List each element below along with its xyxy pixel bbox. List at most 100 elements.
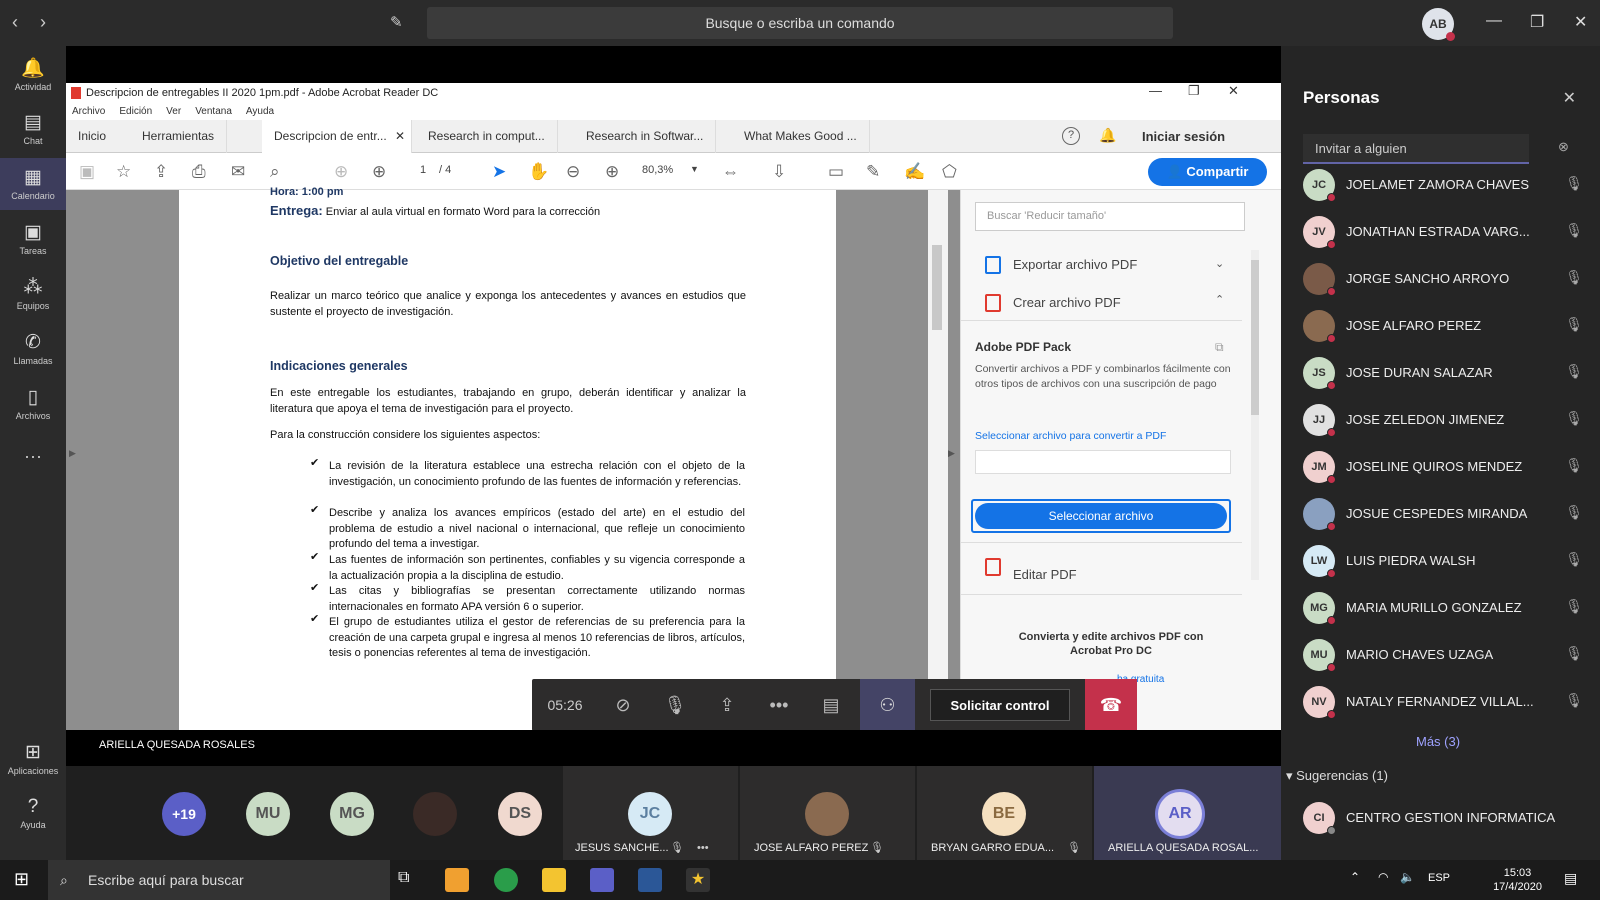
zoom-in-icon[interactable]: ⊕	[605, 162, 619, 182]
comment-icon[interactable]: ▭	[828, 162, 844, 182]
rail-tareas[interactable]: ▣ Tareas	[0, 221, 66, 256]
compose-icon[interactable]: ✎	[390, 13, 403, 31]
convert-link[interactable]: Seleccionar archivo para convertir a PDF	[975, 430, 1166, 442]
document-scrollbar[interactable]	[928, 190, 948, 730]
language-indicator[interactable]: ESP	[1428, 872, 1450, 884]
volume-icon[interactable]: 🔈	[1400, 870, 1415, 884]
help-circle-icon[interactable]: ?	[1062, 127, 1080, 145]
signin-link[interactable]: Iniciar sesión	[1142, 129, 1225, 144]
chevron-down-icon[interactable]: ⌄	[1215, 257, 1224, 270]
mic-off-icon[interactable]: 🎙	[1565, 645, 1583, 662]
mic-off-icon[interactable]: 🎙	[1565, 363, 1583, 380]
rail-llamadas[interactable]: ✆ Llamadas	[0, 331, 66, 366]
page-number-input[interactable]: 1	[410, 164, 436, 176]
participant-tile[interactable]: JC JESUS SANCHE... 🎙 •••	[563, 766, 738, 860]
tab-what-makes-good[interactable]: What Makes Good ...	[732, 120, 870, 153]
person-row[interactable]: JS JOSE DURAN SALAZAR 🎙	[1303, 353, 1593, 393]
tab-close-icon[interactable]: ✕	[395, 120, 405, 153]
hang-up-icon[interactable]: ☎	[1085, 679, 1137, 731]
participant-tile[interactable]: BE BRYAN GARRO EDUA... 🎙	[917, 766, 1092, 860]
scroll-thumb[interactable]	[932, 245, 942, 330]
tab-herramientas[interactable]: Herramientas	[130, 120, 228, 153]
store-icon[interactable]	[445, 868, 469, 892]
menu-ayuda[interactable]: Ayuda	[246, 106, 274, 117]
notification-bell-icon[interactable]: 🔔	[1099, 127, 1116, 144]
overflow-count[interactable]: +19	[162, 792, 206, 836]
rail-archivos[interactable]: ▯ Archivos	[0, 386, 66, 421]
mic-off-icon[interactable]: 🎙	[1565, 175, 1583, 192]
mic-off-icon[interactable]: 🎙	[1565, 598, 1583, 615]
print-icon[interactable]: ⎙	[192, 162, 206, 182]
person-row[interactable]: NV NATALY FERNANDEZ VILLAL... 🎙	[1303, 682, 1593, 722]
copy-icon[interactable]: ⧉	[1215, 340, 1224, 355]
invite-input[interactable]: Invitar a alguien	[1303, 134, 1529, 164]
tray-chevron-icon[interactable]: ⌃	[1350, 870, 1360, 884]
participant-tile-speaking[interactable]: AR ARIELLA QUESADA ROSAL...	[1094, 766, 1281, 860]
edit-pdf-item[interactable]: Editar PDF	[1013, 567, 1077, 582]
zoom-dropdown-icon[interactable]: ▼	[690, 164, 699, 174]
person-row[interactable]: JOSUE CESPEDES MIRANDA 🎙	[1303, 494, 1593, 534]
mic-off-icon[interactable]: 🎙	[1565, 316, 1583, 333]
minimize-icon[interactable]: —	[1486, 12, 1502, 30]
person-row[interactable]: JOSE ALFARO PEREZ 🎙	[1303, 306, 1593, 346]
suggestions-header[interactable]: ▾ Sugerencias (1)	[1286, 768, 1388, 784]
rail-actividad[interactable]: 🔔 Actividad	[0, 56, 66, 92]
bookmark-star-icon[interactable]: ☆	[116, 162, 131, 182]
request-control-button[interactable]: Solicitar control	[930, 689, 1070, 721]
person-row[interactable]: JM JOSELINE QUIROS MENDEZ 🎙	[1303, 447, 1593, 487]
prev-page-icon[interactable]: ⊕	[334, 162, 348, 182]
hand-tool-icon[interactable]: ✋	[528, 162, 549, 182]
person-row[interactable]: JORGE SANCHO ARROYO 🎙	[1303, 259, 1593, 299]
person-row[interactable]: JJ JOSE ZELEDON JIMENEZ 🎙	[1303, 400, 1593, 440]
menu-archivo[interactable]: Archivo	[72, 106, 105, 117]
chat-toggle-icon[interactable]: ▤	[806, 679, 856, 731]
participant-avatar[interactable]: DS	[498, 792, 542, 836]
left-pane-toggle-icon[interactable]: ▶	[69, 448, 76, 459]
tab-research-comput[interactable]: Research in comput...	[416, 120, 558, 153]
pen-icon[interactable]: ✎	[866, 162, 880, 182]
person-row[interactable]: MG MARIA MURILLO GONZALEZ 🎙	[1303, 588, 1593, 628]
mic-off-icon[interactable]: 🎙	[1565, 551, 1583, 568]
person-row[interactable]: JV JONATHAN ESTRADA VARG... 🎙	[1303, 212, 1593, 252]
select-file-button[interactable]: Seleccionar archivo	[971, 499, 1231, 533]
acrobat-restore-icon[interactable]: ❐	[1188, 83, 1200, 99]
mic-off-icon[interactable]: 🎙	[1565, 222, 1583, 239]
participant-photo-avatar[interactable]	[413, 792, 457, 836]
zoom-level[interactable]: 80,3%	[642, 164, 673, 176]
mic-off-icon[interactable]: 🎙	[1565, 504, 1583, 521]
windows-start-icon[interactable]: ⊞	[14, 869, 29, 890]
wifi-icon[interactable]: ◠	[1378, 870, 1388, 884]
file-input[interactable]	[975, 450, 1231, 474]
menu-ventana[interactable]: Ventana	[195, 106, 232, 117]
task-view-icon[interactable]: ⧉	[398, 869, 409, 887]
mic-off-icon[interactable]: 🎙	[1565, 269, 1583, 286]
camera-off-icon[interactable]: ⊘	[598, 679, 648, 731]
tab-inicio[interactable]: Inicio	[66, 120, 118, 153]
mic-off-icon[interactable]: 🎙	[1565, 692, 1583, 709]
pane-scrollbar[interactable]	[1251, 250, 1259, 580]
menu-edicion[interactable]: Edición	[119, 106, 152, 117]
command-search-box[interactable]: Busque o escriba un comando	[427, 7, 1173, 39]
person-row[interactable]: MU MARIO CHAVES UZAGA 🎙	[1303, 635, 1593, 675]
forward-arrow-icon[interactable]: ›	[40, 12, 46, 33]
taskbar-search[interactable]: ⌕ Escribe aquí para buscar	[48, 860, 390, 900]
upload-cloud-icon[interactable]: ⇪	[154, 162, 168, 182]
more-people-link[interactable]: Más (3)	[1416, 734, 1460, 749]
clock[interactable]: 15:03 17/4/2020	[1493, 866, 1542, 894]
select-cursor-icon[interactable]: ➤	[492, 162, 506, 182]
chrome-icon[interactable]	[494, 868, 518, 892]
acrobat-minimize-icon[interactable]: —	[1149, 83, 1162, 98]
participant-avatar[interactable]: MU	[246, 792, 290, 836]
file-explorer-icon[interactable]	[542, 868, 566, 892]
save-icon[interactable]: ▣	[79, 162, 95, 182]
acrobat-close-icon[interactable]: ✕	[1228, 83, 1239, 99]
panel-close-icon[interactable]: ✕	[1563, 88, 1576, 108]
mic-off-icon[interactable]: 🎙	[1565, 457, 1583, 474]
scroll-mode-icon[interactable]: ⇩	[772, 162, 786, 182]
close-icon[interactable]: ✕	[1574, 12, 1587, 32]
participant-tile[interactable]: JOSE ALFARO PEREZ 🎙	[740, 766, 915, 860]
tools-search-input[interactable]: Buscar 'Reducir tamaño'	[975, 202, 1245, 231]
mic-off-icon[interactable]: 🎙	[650, 679, 700, 731]
right-pane-toggle-icon[interactable]: ▶	[948, 448, 955, 459]
back-arrow-icon[interactable]: ‹	[12, 12, 18, 33]
